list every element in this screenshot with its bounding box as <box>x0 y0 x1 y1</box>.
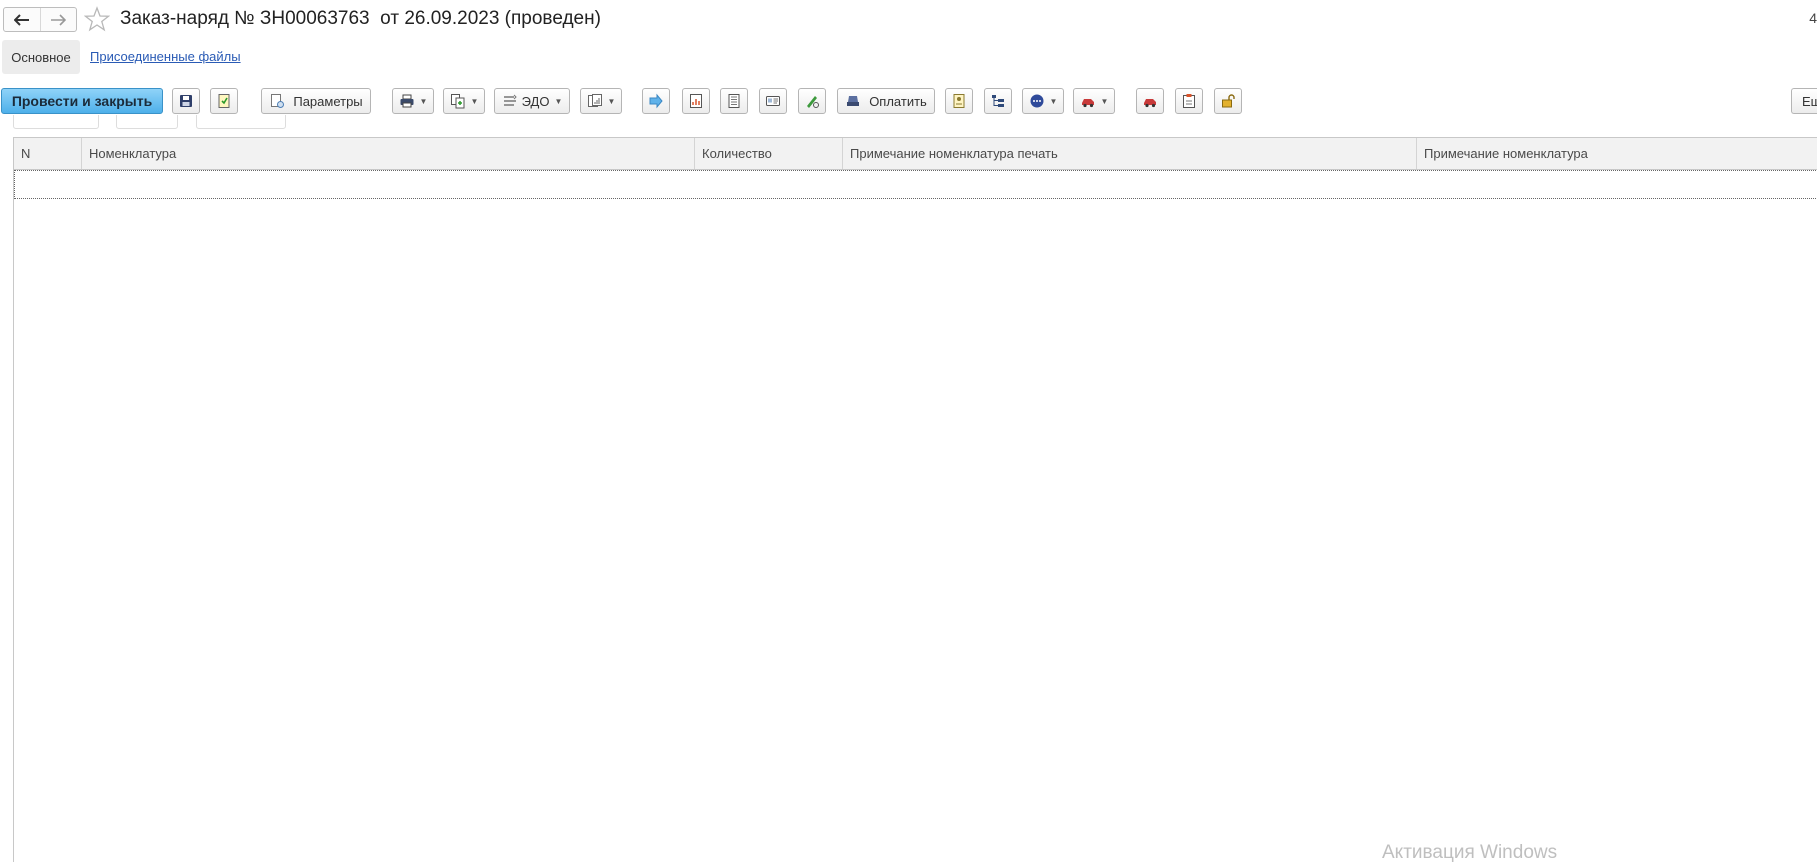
car-button[interactable] <box>1136 88 1164 114</box>
pen-sign-icon <box>807 96 819 108</box>
printer-icon <box>400 94 414 108</box>
report-icon <box>690 94 702 108</box>
create-based-on-icon <box>450 94 465 109</box>
chevron-down-icon: ▼ <box>470 96 479 106</box>
print-dropdown[interactable]: ▼ <box>392 88 434 114</box>
floppy-disk-icon <box>180 95 192 107</box>
tab-main[interactable]: Основное <box>2 40 80 74</box>
more-button[interactable]: Ещ <box>1791 88 1817 114</box>
id-card-icon <box>766 96 780 106</box>
reports-icon <box>587 94 602 107</box>
column-header-print-note[interactable]: Примечание номенклатура печать <box>843 138 1417 169</box>
star-outline-icon[interactable] <box>84 6 110 32</box>
vehicle-dropdown[interactable]: ▼ <box>1073 88 1115 114</box>
back-button[interactable] <box>4 8 40 31</box>
reports-dropdown[interactable]: ▼ <box>580 88 622 114</box>
parameters-button[interactable]: Параметры <box>261 88 371 114</box>
hierarchy-icon <box>992 95 1004 107</box>
hidden-button <box>116 115 178 129</box>
column-header-nomenclature[interactable]: Номенклатура <box>82 138 695 169</box>
pay-label: Оплатить <box>869 93 927 109</box>
contractor-button[interactable] <box>945 88 973 114</box>
unlock-button[interactable] <box>1214 88 1242 114</box>
post-and-close-button[interactable]: Провести и закрыть <box>1 88 163 114</box>
post-button[interactable] <box>210 88 238 114</box>
nav-buttons <box>3 7 77 32</box>
table-header: N Номенклатура Количество Примечание ном… <box>14 138 1817 170</box>
corner-indicator: 4 <box>1809 10 1817 26</box>
post-document-icon <box>218 94 230 108</box>
forward-button[interactable] <box>39 8 77 31</box>
chevron-down-icon: ▼ <box>1049 96 1058 106</box>
tab-attached-files[interactable]: Присоединенные файлы <box>90 49 241 64</box>
column-header-n[interactable]: N <box>14 138 82 169</box>
create-based-on-dropdown[interactable]: ▼ <box>443 88 485 114</box>
command-bar: Провести и закрыть Параметры ▼ ▼ ЭДО ▼ ▼… <box>0 88 1817 116</box>
save-button[interactable] <box>172 88 200 114</box>
card-button[interactable] <box>759 88 787 114</box>
cash-register-icon <box>847 96 860 106</box>
more-circle-icon <box>1030 94 1044 108</box>
arrow-left-icon <box>13 13 29 26</box>
column-header-note[interactable]: Примечание номенклатура <box>1417 138 1817 169</box>
chevron-down-icon: ▼ <box>554 96 563 106</box>
edo-label: ЭДО <box>521 93 550 109</box>
badge-icon <box>953 94 965 108</box>
sign-button[interactable] <box>798 88 826 114</box>
list-document-icon <box>728 94 740 108</box>
document-settings-icon <box>271 94 285 108</box>
structure-button[interactable] <box>984 88 1012 114</box>
go-to-button[interactable] <box>642 88 670 114</box>
chevron-down-icon: ▼ <box>607 96 616 106</box>
clipboard-icon <box>1183 94 1195 108</box>
edo-dropdown[interactable]: ЭДО ▼ <box>494 88 570 114</box>
column-header-quantity[interactable]: Количество <box>695 138 843 169</box>
report-button[interactable] <box>682 88 710 114</box>
hidden-button <box>13 115 99 129</box>
lock-icon <box>1222 94 1235 108</box>
title-bar: Заказ-наряд № ЗН00063763 от 26.09.2023 (… <box>0 0 1817 36</box>
car-icon <box>1144 99 1156 108</box>
parameters-label: Параметры <box>293 93 363 109</box>
hidden-button <box>196 115 286 129</box>
list-button[interactable] <box>720 88 748 114</box>
page-title: Заказ-наряд № ЗН00063763 от 26.09.2023 (… <box>120 8 601 29</box>
car-icon <box>1081 99 1094 108</box>
clipboard-button[interactable] <box>1175 88 1203 114</box>
more-actions-dropdown[interactable]: ▼ <box>1022 88 1064 114</box>
arrow-right-icon <box>649 93 663 109</box>
items-table: N Номенклатура Количество Примечание ном… <box>13 137 1817 862</box>
edo-icon <box>503 94 517 106</box>
chevron-down-icon: ▼ <box>1100 96 1109 106</box>
pay-button[interactable]: Оплатить <box>837 88 935 114</box>
chevron-down-icon: ▼ <box>419 96 428 106</box>
table-row[interactable] <box>14 170 1817 199</box>
arrow-right-icon <box>51 13 67 26</box>
